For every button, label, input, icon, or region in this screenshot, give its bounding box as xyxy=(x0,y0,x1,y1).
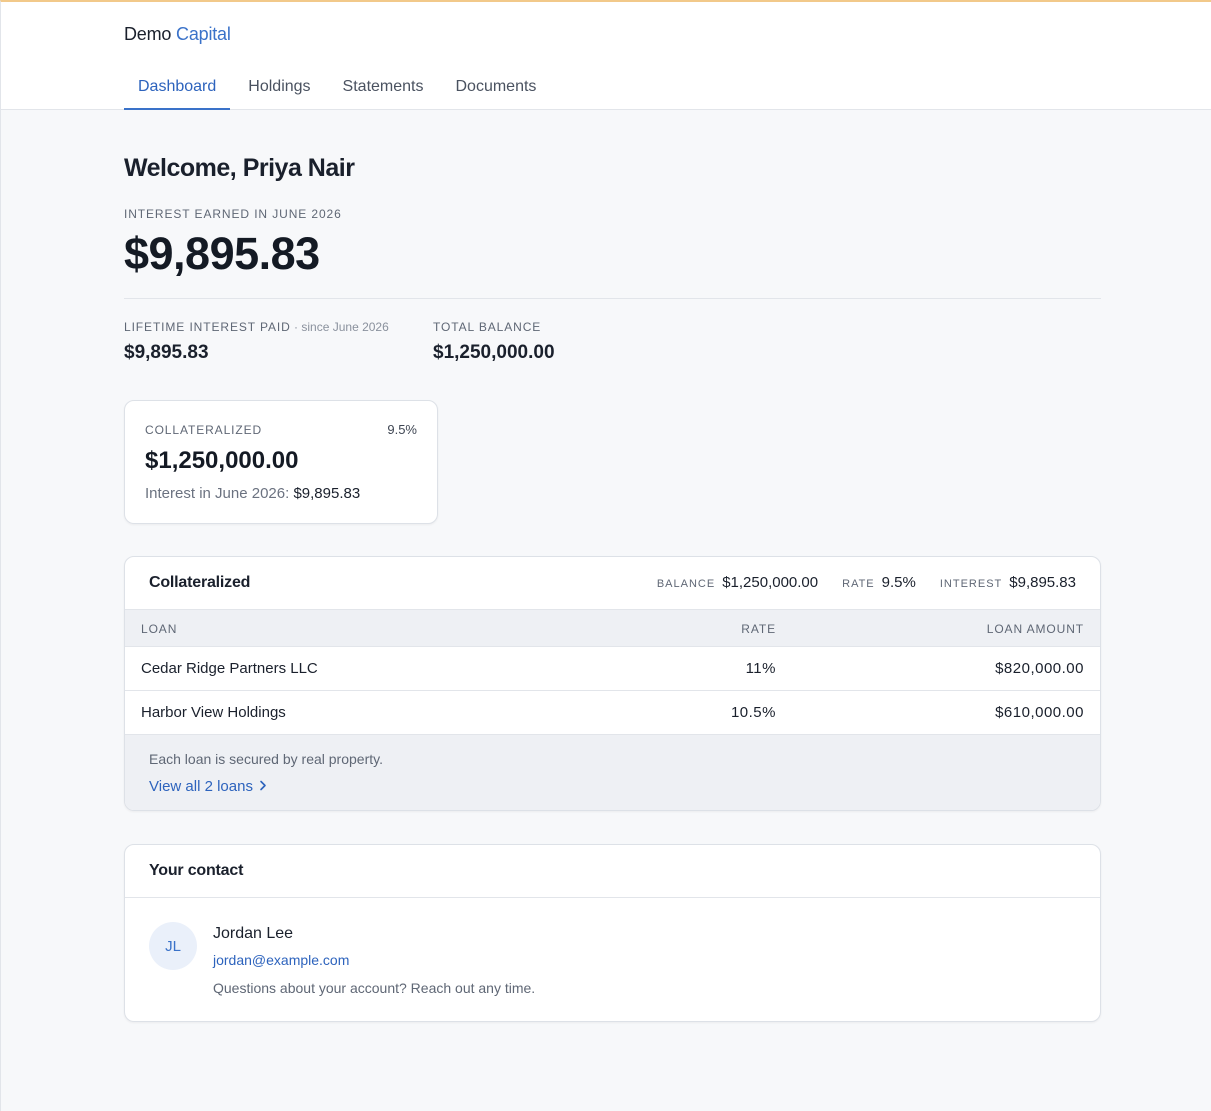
column-header-loan: LOAN xyxy=(141,622,178,636)
loans-panel-footer: Each loan is secured by real property. V… xyxy=(125,735,1100,810)
contact-note: Questions about your account? Reach out … xyxy=(213,980,536,996)
interest-stat: INTEREST $9,895.83 xyxy=(940,574,1076,591)
main-nav: Dashboard Holdings Statements Documents xyxy=(124,64,550,110)
contact-panel-title: Your contact xyxy=(149,862,244,879)
brand-name-second: Capital xyxy=(176,24,231,44)
tab-documents[interactable]: Documents xyxy=(441,64,550,110)
product-rate: 9.5% xyxy=(387,422,417,437)
interest-label: INTEREST xyxy=(939,578,1003,590)
view-all-loans-link[interactable]: View all 2 loans xyxy=(149,778,267,795)
total-balance-label: TOTAL BALANCE xyxy=(433,320,542,334)
chevron-right-icon xyxy=(259,778,267,794)
loans-panel-title: Collateralized xyxy=(149,574,251,591)
loan-rate: 11% xyxy=(745,660,776,677)
brand-name-first: Demo xyxy=(124,24,172,44)
interest-earned-label: INTEREST EARNED IN JUNE 2026 xyxy=(124,207,342,221)
table-header: LOAN RATE LOAN AMOUNT xyxy=(125,610,1100,647)
rate-stat: RATE 9.5% xyxy=(842,574,916,591)
lifetime-interest-label-row: LIFETIME INTEREST PAID · since June 2026 xyxy=(124,320,389,334)
loans-panel-stats: BALANCE $1,250,000.00 RATE 9.5% INTEREST… xyxy=(633,574,1076,591)
product-interest: Interest in June 2026: $9,895.83 xyxy=(145,485,360,502)
product-label: COLLATERALIZED xyxy=(145,423,263,437)
brand-logo[interactable]: Demo Capital xyxy=(124,24,231,45)
interest-value: $9,895.83 xyxy=(1009,574,1076,591)
loan-name: Cedar Ridge Partners LLC xyxy=(141,660,318,677)
avatar: JL xyxy=(149,922,197,970)
loans-panel-header: Collateralized BALANCE $1,250,000.00 RAT… xyxy=(125,557,1100,610)
lifetime-interest-value: $9,895.83 xyxy=(124,342,209,363)
divider xyxy=(124,298,1101,299)
top-bar: Demo Capital Dashboard Holdings Statemen… xyxy=(1,2,1211,110)
product-interest-value: $9,895.83 xyxy=(293,485,361,502)
product-amount: $1,250,000.00 xyxy=(145,447,299,474)
table-row[interactable]: Cedar Ridge Partners LLC 11% $820,000.00 xyxy=(125,647,1100,691)
tab-dashboard[interactable]: Dashboard xyxy=(124,64,231,110)
loan-amount: $820,000.00 xyxy=(995,660,1084,677)
contact-name: Jordan Lee xyxy=(213,925,294,942)
balance-value: $1,250,000.00 xyxy=(722,574,819,591)
total-balance-value: $1,250,000.00 xyxy=(433,342,555,363)
loans-panel: Collateralized BALANCE $1,250,000.00 RAT… xyxy=(124,556,1101,811)
page: Demo Capital Dashboard Holdings Statemen… xyxy=(0,0,1211,1111)
view-all-loans-label: View all 2 loans xyxy=(149,778,253,795)
loan-rate: 10.5% xyxy=(730,704,776,721)
column-header-rate: RATE xyxy=(741,622,776,636)
interest-earned-value: $9,895.83 xyxy=(124,228,320,279)
contact-panel: Your contact JL Jordan Lee jordan@exampl… xyxy=(124,844,1101,1022)
product-interest-label: Interest in June 2026: xyxy=(145,485,294,502)
total-balance-stat: TOTAL BALANCE $1,250,000.00 xyxy=(433,320,555,364)
tab-holdings[interactable]: Holdings xyxy=(234,64,324,110)
loan-name: Harbor View Holdings xyxy=(141,704,286,721)
collateralized-summary-card[interactable]: COLLATERALIZED 9.5% $1,250,000.00 Intere… xyxy=(124,400,438,524)
tab-statements[interactable]: Statements xyxy=(329,64,438,110)
rate-value: 9.5% xyxy=(881,574,916,591)
contact-panel-header: Your contact xyxy=(125,845,1100,898)
rate-label: RATE xyxy=(842,578,875,590)
table-row[interactable]: Harbor View Holdings 10.5% $610,000.00 xyxy=(125,691,1100,735)
page-title: Welcome, Priya Nair xyxy=(124,154,355,182)
lifetime-since-label: · since June 2026 xyxy=(290,320,389,334)
lifetime-interest-label: LIFETIME INTEREST PAID xyxy=(124,320,291,334)
footer-note: Each loan is secured by real property. xyxy=(149,751,383,767)
column-header-loan-amount: LOAN AMOUNT xyxy=(986,622,1084,636)
balance-stat: BALANCE $1,250,000.00 xyxy=(657,574,818,591)
lifetime-interest-stat: LIFETIME INTEREST PAID · since June 2026… xyxy=(124,320,389,364)
loan-amount: $610,000.00 xyxy=(995,704,1084,721)
balance-label: BALANCE xyxy=(656,578,716,590)
contact-email-link[interactable]: jordan@example.com xyxy=(213,952,349,968)
